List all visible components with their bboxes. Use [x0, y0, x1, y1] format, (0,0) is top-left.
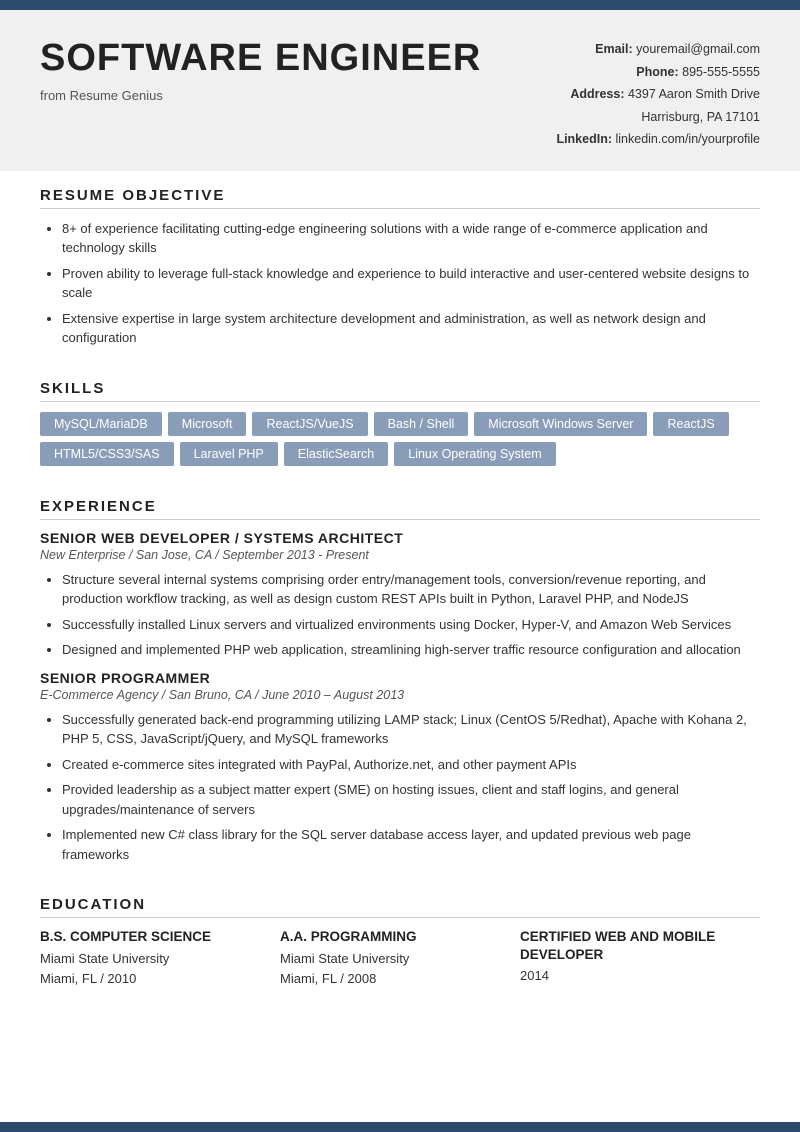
skill-tag: Linux Operating System — [394, 442, 555, 466]
job2-bullet-1: Successfully generated back-end programm… — [62, 710, 760, 749]
linkedin-value: linkedin.com/in/yourprofile — [615, 132, 760, 146]
top-bar — [0, 0, 800, 10]
job-bullets-1: Structure several internal systems compr… — [40, 570, 760, 660]
address-city: Harrisburg, PA 17101 — [585, 110, 760, 124]
job-title-1: SENIOR WEB DEVELOPER / SYSTEMS ARCHITECT — [40, 530, 760, 546]
edu-degree-3: CERTIFIED WEB AND MOBILE DEVELOPER — [520, 928, 760, 963]
skill-tag: Microsoft — [168, 412, 247, 436]
skills-section: SKILLS MySQL/MariaDB Microsoft ReactJS/V… — [0, 364, 800, 482]
resume-name: SOFTWARE ENGINEER — [40, 38, 556, 80]
job1-bullet-3: Designed and implemented PHP web applica… — [62, 640, 760, 660]
job2-bullet-4: Implemented new C# class library for the… — [62, 825, 760, 864]
objective-list: 8+ of experience facilitating cutting-ed… — [40, 219, 760, 348]
linkedin-line: LinkedIn: linkedin.com/in/yourprofile — [556, 128, 760, 151]
edu-degree-1: B.S. COMPUTER SCIENCE — [40, 928, 280, 946]
experience-section: EXPERIENCE SENIOR WEB DEVELOPER / SYSTEM… — [0, 482, 800, 881]
edu-degree-2: A.A. PROGRAMMING — [280, 928, 520, 946]
address-line: Address: 4397 Aaron Smith Drive Harrisbu… — [556, 83, 760, 128]
skill-tag: Bash / Shell — [374, 412, 469, 436]
job1-bullet-1: Structure several internal systems compr… — [62, 570, 760, 609]
education-section: EDUCATION B.S. COMPUTER SCIENCE Miami St… — [0, 880, 800, 998]
job-title-2: SENIOR PROGRAMMER — [40, 670, 760, 686]
header-contact: Email: youremail@gmail.com Phone: 895-55… — [556, 38, 760, 151]
header-left: SOFTWARE ENGINEER from Resume Genius — [40, 38, 556, 103]
job2-bullet-2: Created e-commerce sites integrated with… — [62, 755, 760, 775]
skills-container: MySQL/MariaDB Microsoft ReactJS/VueJS Ba… — [40, 412, 760, 466]
skill-tag: Microsoft Windows Server — [474, 412, 647, 436]
edu-school-1: Miami State University — [40, 949, 280, 970]
edu-location-2: Miami, FL / 2008 — [280, 969, 520, 990]
skills-title: SKILLS — [40, 380, 760, 402]
objective-item-1: 8+ of experience facilitating cutting-ed… — [62, 219, 760, 258]
job-meta-2: E-Commerce Agency / San Bruno, CA / June… — [40, 688, 760, 702]
edu-location-3: 2014 — [520, 966, 760, 987]
phone-line: Phone: 895-555-5555 — [556, 61, 760, 84]
phone-label: Phone: — [636, 65, 678, 79]
job2-bullet-3: Provided leadership as a subject matter … — [62, 780, 760, 819]
edu-school-2: Miami State University — [280, 949, 520, 970]
linkedin-label: LinkedIn: — [556, 132, 612, 146]
address-value: 4397 Aaron Smith Drive — [628, 87, 760, 101]
experience-title: EXPERIENCE — [40, 498, 760, 520]
skill-tag: MySQL/MariaDB — [40, 412, 162, 436]
skill-tag: ReactJS/VueJS — [252, 412, 367, 436]
education-grid: B.S. COMPUTER SCIENCE Miami State Univer… — [40, 928, 760, 990]
objective-item-3: Extensive expertise in large system arch… — [62, 309, 760, 348]
skill-tag: HTML5/CSS3/SAS — [40, 442, 174, 466]
header-section: SOFTWARE ENGINEER from Resume Genius Ema… — [0, 10, 800, 171]
edu-col-3: CERTIFIED WEB AND MOBILE DEVELOPER 2014 — [520, 928, 760, 990]
address-label: Address: — [570, 87, 624, 101]
job-bullets-2: Successfully generated back-end programm… — [40, 710, 760, 865]
edu-col-2: A.A. PROGRAMMING Miami State University … — [280, 928, 520, 990]
email-label: Email: — [595, 42, 633, 56]
objective-title: RESUME OBJECTIVE — [40, 187, 760, 209]
objective-section: RESUME OBJECTIVE 8+ of experience facili… — [0, 171, 800, 364]
email-value: youremail@gmail.com — [636, 42, 760, 56]
resume-page: SOFTWARE ENGINEER from Resume Genius Ema… — [0, 0, 800, 1132]
job1-bullet-2: Successfully installed Linux servers and… — [62, 615, 760, 635]
resume-subtitle: from Resume Genius — [40, 88, 556, 103]
edu-location-1: Miami, FL / 2010 — [40, 969, 280, 990]
skill-tag: ReactJS — [653, 412, 728, 436]
edu-col-1: B.S. COMPUTER SCIENCE Miami State Univer… — [40, 928, 280, 990]
education-title: EDUCATION — [40, 896, 760, 918]
bottom-bar — [0, 1122, 800, 1132]
objective-item-2: Proven ability to leverage full-stack kn… — [62, 264, 760, 303]
skill-tag: Laravel PHP — [180, 442, 278, 466]
job-meta-1: New Enterprise / San Jose, CA / Septembe… — [40, 548, 760, 562]
email-line: Email: youremail@gmail.com — [556, 38, 760, 61]
skill-tag: ElasticSearch — [284, 442, 388, 466]
phone-value: 895-555-5555 — [682, 65, 760, 79]
